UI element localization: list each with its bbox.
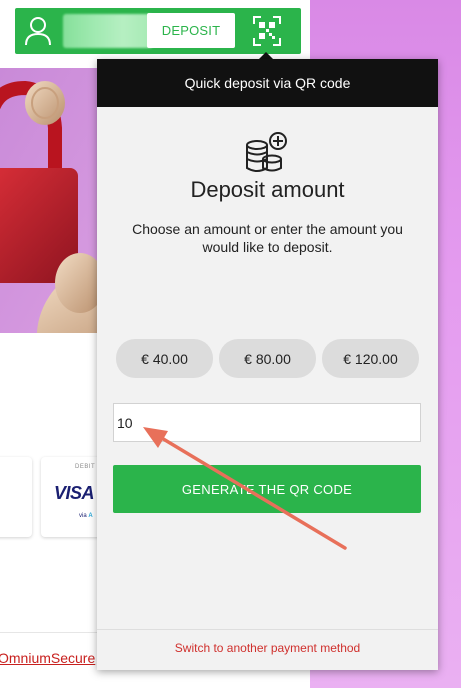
generate-qr-button[interactable]: GENERATE THE QR CODE	[113, 465, 421, 513]
panel-header: Quick deposit via QR code	[97, 59, 438, 107]
panel-description: Choose an amount or enter the amount you…	[132, 221, 403, 255]
visa-via-label: via A	[79, 513, 93, 519]
qr-code-icon[interactable]	[253, 16, 281, 46]
account-bar: DEPOSIT	[15, 8, 301, 54]
amount-option-80[interactable]: € 80.00	[219, 339, 316, 378]
amount-option-40[interactable]: € 40.00	[116, 339, 213, 378]
user-icon[interactable]	[25, 16, 51, 46]
visa-logo: VISA	[54, 483, 95, 503]
switch-payment-method-link[interactable]: Switch to another payment method	[97, 641, 438, 655]
quick-deposit-panel: Quick deposit via QR code Deposit amount…	[97, 59, 438, 670]
coins-plus-icon	[246, 132, 287, 172]
dropdown-caret	[259, 52, 273, 59]
payment-method-card[interactable]	[0, 457, 32, 537]
visa-debit-label: DEBIT	[75, 464, 96, 470]
deposit-button[interactable]: DEPOSIT	[147, 13, 235, 48]
omniumsecure-link[interactable]: OmniumSecure	[0, 650, 95, 666]
username-redacted	[63, 14, 153, 48]
panel-title: Deposit amount	[190, 177, 345, 202]
amount-option-120[interactable]: € 120.00	[322, 339, 419, 378]
amount-input[interactable]	[113, 403, 421, 442]
